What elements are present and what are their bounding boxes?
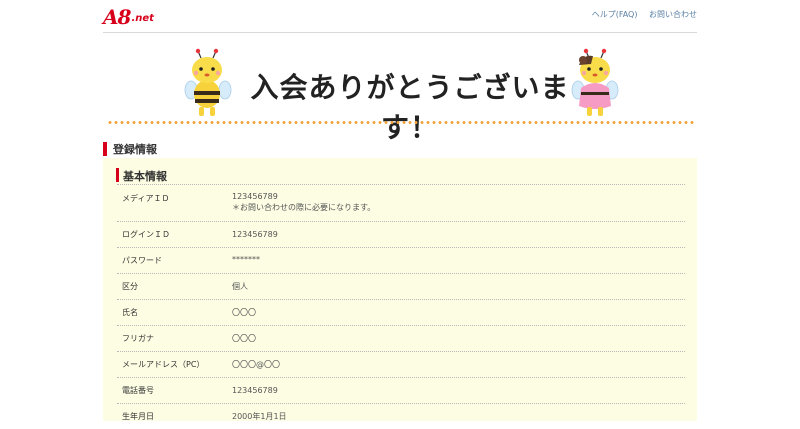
info-row-email: メールアドレス（PC） 〇〇〇@〇〇	[117, 351, 685, 377]
info-table: メディアＩＤ 123456789 ＊お問い合わせの際に必要になります。 ログイン…	[117, 184, 685, 429]
welcome-banner: 入会ありがとうございます！	[103, 40, 697, 144]
welcome-title: 入会ありがとうございます！	[250, 71, 570, 144]
dotted-divider	[107, 121, 695, 124]
row-value: *******	[232, 255, 260, 264]
info-row-furigana: フリガナ 〇〇〇	[117, 325, 685, 351]
subsection-accent-bar	[116, 168, 119, 182]
section-accent-bar	[103, 142, 107, 156]
section-title: 登録情報	[113, 143, 157, 156]
row-label: パスワード	[122, 256, 162, 265]
row-label: メールアドレス（PC）	[122, 360, 205, 369]
contact-link[interactable]: お問い合わせ	[649, 10, 697, 19]
row-value: 〇〇〇@〇〇	[232, 360, 280, 369]
info-row-login-id: ログインＩＤ 123456789	[117, 221, 685, 247]
row-note: ＊お問い合わせの際に必要になります。	[232, 203, 376, 212]
info-row-media-id: メディアＩＤ 123456789 ＊お問い合わせの際に必要になります。	[117, 184, 685, 221]
row-label: フリガナ	[122, 334, 154, 343]
row-label: ログインＩＤ	[122, 230, 170, 239]
bee-mascot-girl-icon	[571, 48, 619, 116]
logo-net-text: .net	[131, 13, 154, 24]
a8net-logo[interactable]: A8 .net	[103, 3, 154, 27]
subsection-title: 基本情報	[123, 170, 167, 183]
row-value: 個人	[232, 282, 248, 291]
row-value: 2000年1月1日	[232, 412, 287, 421]
row-value: 〇〇〇	[232, 334, 256, 343]
page: A8 .net ヘルプ(FAQ) お問い合わせ 入会ありがとうございます！ 登録…	[0, 0, 800, 421]
row-value: 123456789	[232, 192, 278, 201]
row-label: メディアＩＤ	[122, 194, 170, 203]
row-value: 〇〇〇	[232, 308, 256, 317]
row-label: 区分	[122, 282, 138, 291]
header-links: ヘルプ(FAQ) お問い合わせ	[583, 9, 697, 20]
info-row-phone: 電話番号 123456789	[117, 377, 685, 403]
row-value: 123456789	[232, 386, 278, 395]
row-value: 123456789	[232, 230, 278, 239]
row-label: 電話番号	[122, 386, 154, 395]
logo-a8-text: A8	[103, 5, 131, 29]
row-label: 生年月日	[122, 412, 154, 421]
help-faq-link[interactable]: ヘルプ(FAQ)	[592, 10, 638, 19]
info-row-password: パスワード *******	[117, 247, 685, 273]
bee-mascot-icon	[184, 48, 232, 116]
info-row-birthdate: 生年月日 2000年1月1日	[117, 403, 685, 429]
row-label: 氏名	[122, 308, 138, 317]
registration-info-panel: 基本情報 メディアＩＤ 123456789 ＊お問い合わせの際に必要になります。…	[103, 158, 697, 421]
info-row-name: 氏名 〇〇〇	[117, 299, 685, 325]
section-header: 登録情報	[103, 140, 697, 158]
site-header: A8 .net ヘルプ(FAQ) お問い合わせ	[103, 0, 697, 33]
info-row-category: 区分 個人	[117, 273, 685, 299]
